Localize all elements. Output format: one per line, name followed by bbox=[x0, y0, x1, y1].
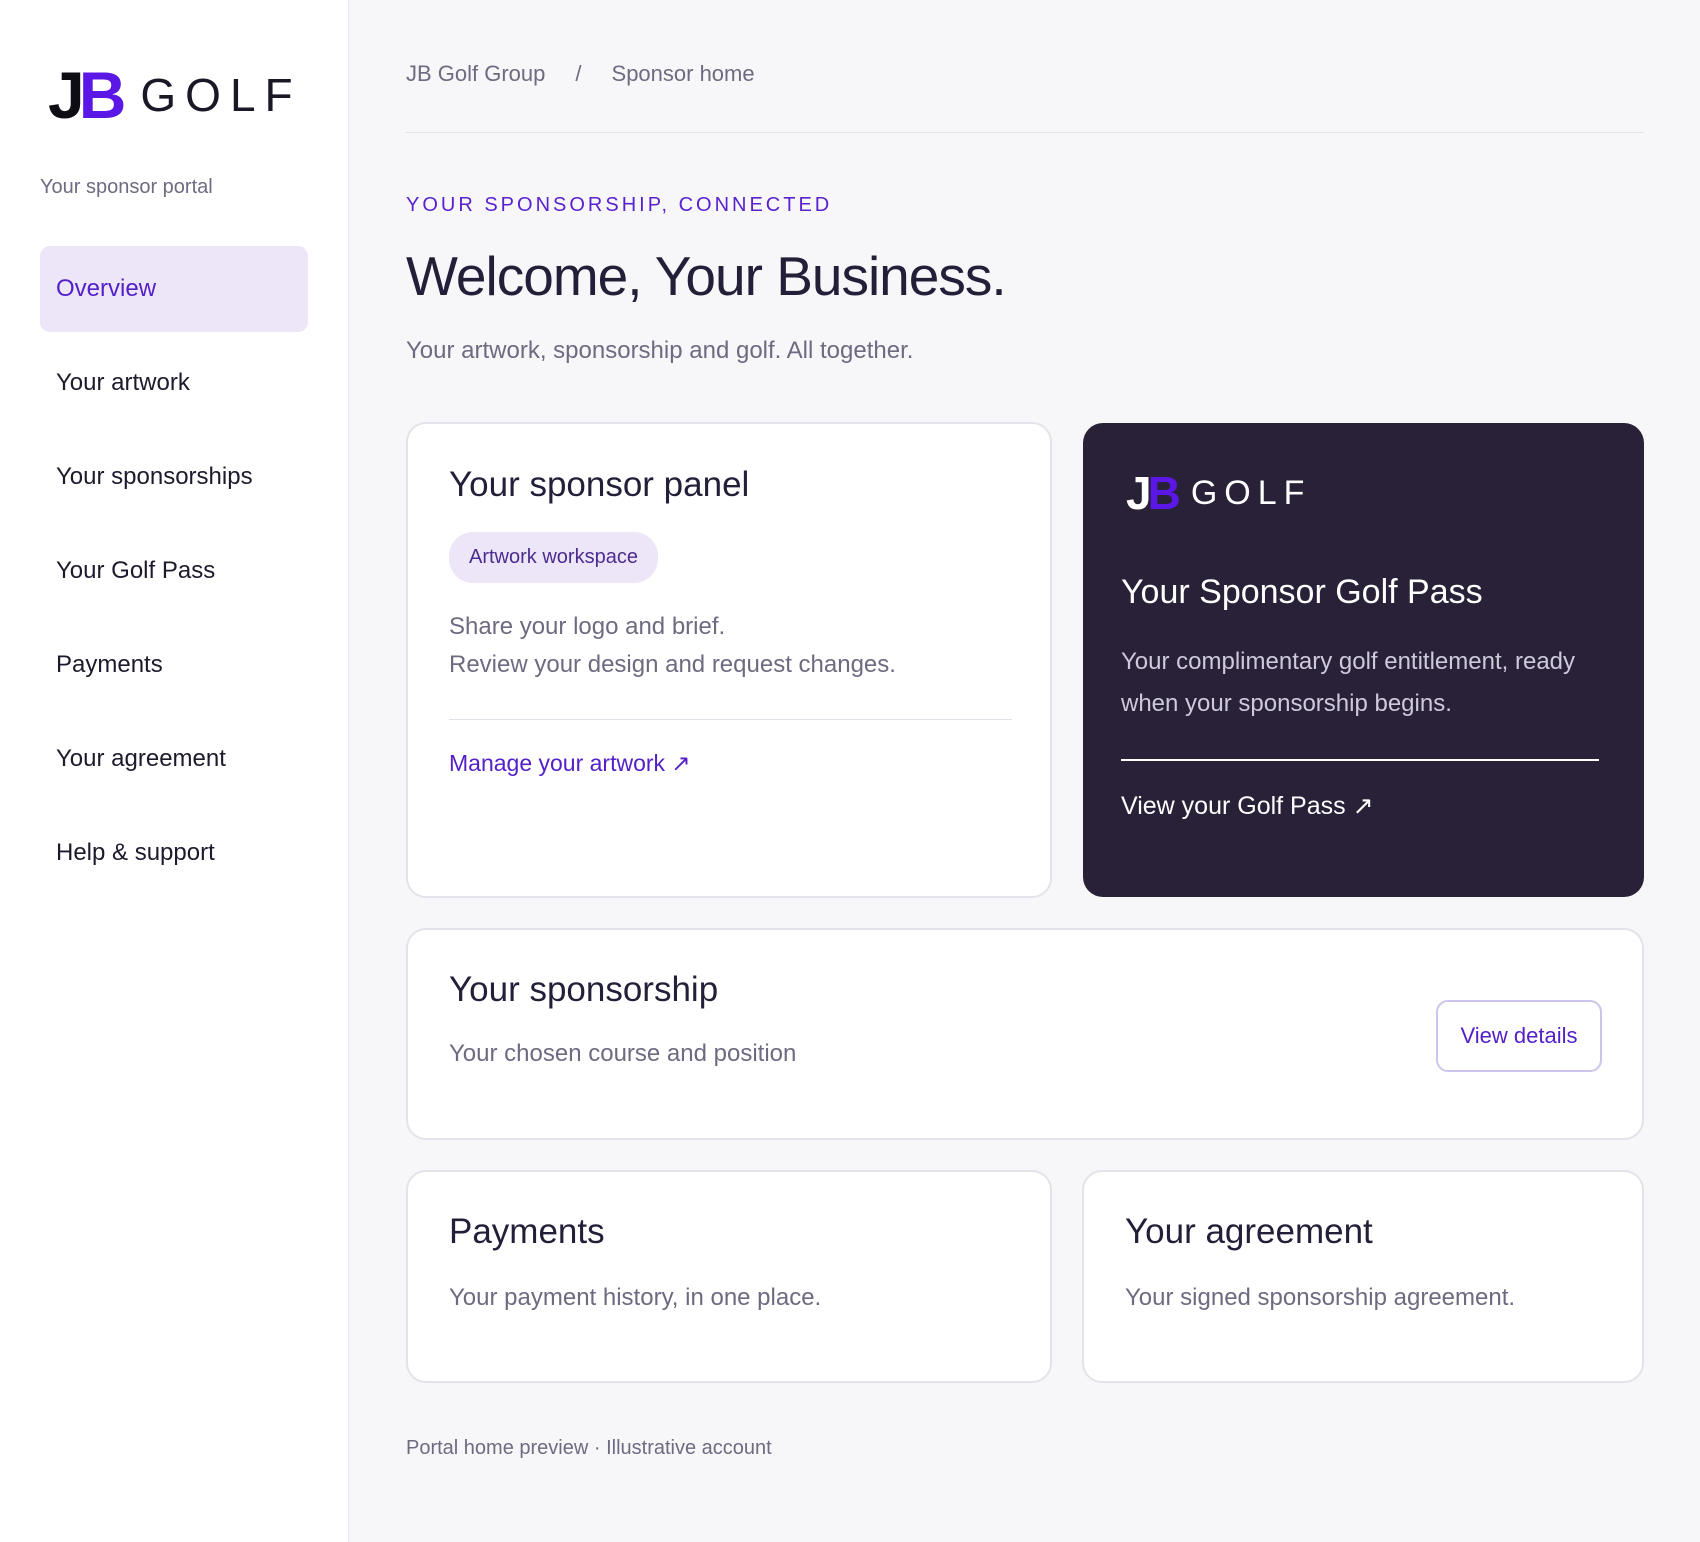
sponsor-panel-line-1: Share your logo and brief. bbox=[449, 613, 726, 640]
sidebar-item-overview[interactable]: Overview bbox=[40, 246, 308, 332]
sponsor-panel-title: Your sponsor panel bbox=[449, 465, 750, 504]
page-subtitle: Your artwork, sponsorship and golf. All … bbox=[406, 337, 914, 364]
golf-pass-title: Your Sponsor Golf Pass bbox=[1121, 573, 1483, 611]
manage-artwork-link[interactable]: Manage your artwork ↗ bbox=[449, 750, 691, 777]
pass-logo-b: B bbox=[1147, 467, 1181, 519]
hero-eyebrow: YOUR SPONSORSHIP, CONNECTED bbox=[406, 194, 833, 216]
portal-caption: Your sponsor portal bbox=[40, 176, 213, 198]
sidebar-item-artwork[interactable]: Your artwork bbox=[40, 340, 308, 426]
view-details-button[interactable]: View details bbox=[1436, 1000, 1602, 1072]
sidebar-item-sponsorships[interactable]: Your sponsorships bbox=[40, 434, 308, 520]
breadcrumb-separator: / bbox=[575, 61, 582, 86]
golf-pass-logo: JB GOLF bbox=[1126, 470, 1311, 516]
sponsor-panel-description: Share your logo and brief. Review your d… bbox=[449, 608, 896, 684]
sponsorship-card: Your sponsorship Your chosen course and … bbox=[406, 928, 1644, 1140]
logo-j: J bbox=[48, 58, 85, 132]
sidebar-item-golf-pass[interactable]: Your Golf Pass bbox=[40, 528, 308, 614]
sponsor-panel-line-2: Review your design and request changes. bbox=[449, 651, 896, 678]
breadcrumb-divider bbox=[406, 132, 1644, 133]
agreement-title: Your agreement bbox=[1125, 1212, 1373, 1251]
pass-logo-j: J bbox=[1126, 467, 1152, 519]
page-title: Welcome, Your Business. bbox=[406, 245, 1007, 307]
golf-pass-card: JB GOLF Your Sponsor Golf Pass Your comp… bbox=[1083, 423, 1644, 897]
sidebar-nav: Overview Your artwork Your sponsorships … bbox=[40, 246, 308, 904]
logo-monogram: JB bbox=[48, 62, 126, 128]
sponsor-panel-card: Your sponsor panel Artwork workspace Sha… bbox=[406, 422, 1052, 898]
sidebar-item-agreement[interactable]: Your agreement bbox=[40, 716, 308, 802]
sidebar-item-help[interactable]: Help & support bbox=[40, 810, 308, 896]
sponsorship-title: Your sponsorship bbox=[449, 970, 719, 1009]
golf-pass-description: Your complimentary golf entitlement, rea… bbox=[1121, 648, 1576, 717]
payments-description: Your payment history, in one place. bbox=[449, 1284, 822, 1311]
payments-title: Payments bbox=[449, 1212, 605, 1251]
payments-card[interactable]: Payments Your payment history, in one pl… bbox=[406, 1170, 1052, 1383]
logo-wordmark: GOLF bbox=[140, 69, 302, 121]
sidebar-item-payments[interactable]: Payments bbox=[40, 622, 308, 708]
brand-logo[interactable]: JB GOLF bbox=[48, 62, 302, 128]
sponsorship-description: Your chosen course and position bbox=[449, 1040, 797, 1067]
footer-note: Portal home preview · Illustrative accou… bbox=[406, 1437, 772, 1459]
pass-logo-wordmark: GOLF bbox=[1190, 474, 1312, 512]
sponsor-panel-divider bbox=[449, 719, 1012, 720]
view-golf-pass-link[interactable]: View your Golf Pass ↗ bbox=[1121, 791, 1374, 821]
sidebar: JB GOLF Your sponsor portal Overview You… bbox=[0, 0, 349, 1542]
agreement-card[interactable]: Your agreement Your signed sponsorship a… bbox=[1082, 1170, 1644, 1383]
agreement-description: Your signed sponsorship agreement. bbox=[1125, 1284, 1516, 1311]
breadcrumb-current: Sponsor home bbox=[611, 61, 755, 86]
artwork-workspace-chip: Artwork workspace bbox=[449, 532, 658, 583]
golf-pass-divider bbox=[1121, 759, 1599, 761]
pass-logo-monogram: JB bbox=[1126, 467, 1181, 519]
logo-b: B bbox=[78, 58, 127, 132]
breadcrumb: JB Golf Group / Sponsor home bbox=[406, 61, 755, 87]
breadcrumb-root[interactable]: JB Golf Group bbox=[406, 61, 545, 87]
